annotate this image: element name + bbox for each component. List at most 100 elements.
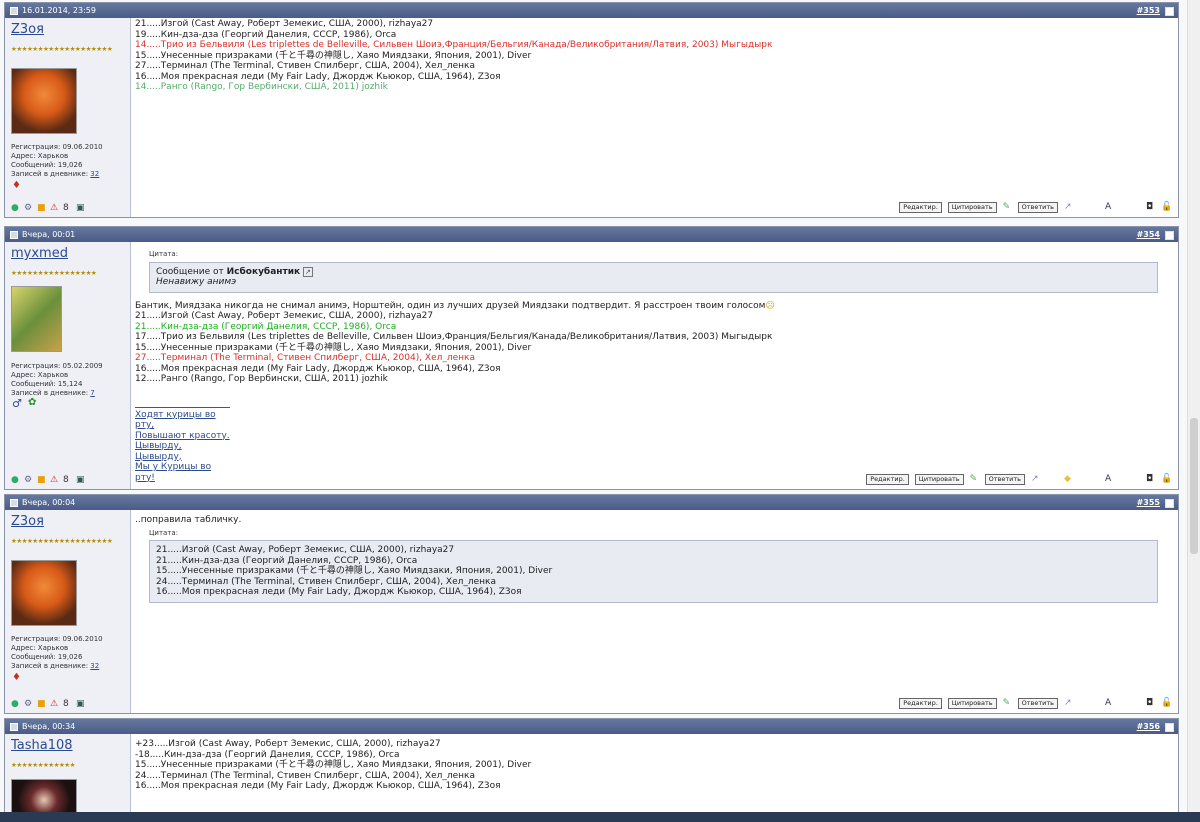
username-link[interactable]: Tasha108	[11, 738, 73, 753]
select-post-checkbox[interactable]	[1165, 231, 1174, 240]
font-size-icon[interactable]: A	[1105, 699, 1114, 708]
report-icon[interactable]: ⚠	[50, 700, 59, 709]
quote-label: Цитата:	[149, 250, 179, 258]
post-number-link[interactable]: #354	[1137, 227, 1160, 242]
smiley-icon: ☹	[765, 300, 775, 311]
quick-reply-icon[interactable]: ↗	[1064, 203, 1073, 212]
post-number-link[interactable]: #355	[1137, 495, 1160, 510]
scrollbar-thumb[interactable]	[1190, 418, 1198, 554]
print-icon[interactable]: ▣	[76, 700, 85, 709]
avatar[interactable]	[11, 560, 77, 626]
bookmark-icon[interactable]: ◘	[1146, 699, 1155, 708]
multiquote-icon[interactable]: ✎	[1003, 203, 1012, 212]
reputation-icon[interactable]: ⚙	[24, 476, 33, 485]
lock-icon[interactable]: 🔓	[1161, 699, 1172, 708]
reputation-icon[interactable]: ⚙	[24, 700, 33, 709]
username-link[interactable]: Z3оя	[11, 22, 44, 37]
signature-line[interactable]: Ходят курицы во рту,	[135, 410, 216, 431]
username-link[interactable]: Z3оя	[11, 514, 44, 529]
quote-line: 15.....Унесенные призраками (千と千尋の神隠し, Х…	[156, 566, 553, 576]
bookmark-icon[interactable]: ◘	[1146, 475, 1155, 484]
reply-button[interactable]: Ответить	[1017, 698, 1058, 709]
award-icon: ♦	[12, 180, 21, 191]
rate-icon[interactable]: ■	[37, 700, 46, 709]
bookmark-icon[interactable]: ◘	[1146, 203, 1155, 212]
post-number-link[interactable]: #356	[1137, 719, 1160, 734]
online-status-icon: ●	[11, 475, 19, 485]
quote-line: 21.....Кин-дза-дза (Георгий Данелия, ССС…	[156, 555, 418, 566]
post-353: 16.01.2014, 23:59 #353 Z3оя ★★★★★★★★★★★★…	[4, 2, 1179, 218]
avatar[interactable]	[11, 68, 77, 134]
reputation-icon[interactable]: ⚙	[24, 204, 33, 213]
forum-thread: 16.01.2014, 23:59 #353 Z3оя ★★★★★★★★★★★★…	[0, 0, 1185, 822]
post-content: ..поправила табличку. Цитата: 21.....Изг…	[135, 515, 1170, 603]
page-scrollbar[interactable]	[1187, 0, 1200, 822]
font-size-icon[interactable]: A	[1105, 203, 1114, 212]
list-line: 16.....Моя прекрасная леди (My Fair Lady…	[135, 71, 501, 82]
reply-button[interactable]: Ответить	[1017, 202, 1058, 213]
quick-reply-icon[interactable]: ↗	[1064, 699, 1073, 708]
print-icon[interactable]: ▣	[76, 476, 85, 485]
list-line: 15.....Унесенные призраками (千と千尋の神隠し, Х…	[135, 50, 532, 61]
user-info: Регистрация: 05.02.2009 Адрес: Харьков С…	[11, 362, 103, 397]
signature: Ходят курицы во рту, Повышают красоту. Ц…	[135, 406, 230, 484]
font-size-icon[interactable]: A	[1105, 475, 1114, 484]
edit-button[interactable]: Редактир.	[899, 202, 942, 213]
list-line: 19.....Кин-дза-дза (Георгий Данелия, ССС…	[135, 29, 397, 40]
signature-line[interactable]: Мы у Курицы во рту!	[135, 462, 211, 483]
post-intro: Бантик, Миядзака никогда не снимал анимэ…	[135, 300, 775, 311]
quote-button[interactable]: Цитировать	[914, 474, 964, 485]
male-gender-icon: ♂	[12, 397, 22, 410]
avatar[interactable]	[11, 286, 62, 352]
edit-button[interactable]: Редактир.	[899, 698, 942, 709]
reply-button[interactable]: Ответить	[984, 474, 1025, 485]
edit-button[interactable]: Редактир.	[866, 474, 909, 485]
list-line: 12.....Ранго (Rango, Гор Вербински, США,…	[135, 374, 388, 384]
list-line: 21.....Изгой (Cast Away, Роберт Земекис,…	[135, 311, 434, 321]
list-line: 24.....Терминал (The Terminal, Стивен Сп…	[135, 770, 476, 781]
ip-icon[interactable]: 8	[63, 204, 72, 213]
multiquote-icon[interactable]: ✎	[1003, 699, 1012, 708]
post-356: Вчера, 00:34 #356 Tasha108 ★★★★★★★★★★★★ …	[4, 718, 1179, 821]
print-icon[interactable]: ▣	[76, 204, 85, 213]
diary-link[interactable]: 7	[90, 389, 94, 397]
select-post-checkbox[interactable]	[1165, 7, 1174, 16]
username-link[interactable]: myxmed	[11, 246, 68, 261]
ip-icon[interactable]: 8	[63, 700, 72, 709]
post-intro: ..поправила табличку.	[135, 515, 242, 525]
lock-icon[interactable]: 🔓	[1161, 203, 1172, 212]
quote-line: 21.....Изгой (Cast Away, Роберт Земекис,…	[156, 545, 455, 555]
list-line: 17.....Трио из Бельвиля (Les triplettes …	[135, 332, 773, 342]
quote-button[interactable]: Цитировать	[947, 698, 997, 709]
quote-button[interactable]: Цитировать	[947, 202, 997, 213]
rate-icon[interactable]: ■	[37, 476, 46, 485]
rate-icon[interactable]: ■	[37, 204, 46, 213]
list-line: 14.....Ранго (Rango, Гор Вербински, США,…	[135, 82, 388, 92]
diary-link[interactable]: 32	[90, 662, 99, 670]
list-line: +23.....Изгой (Cast Away, Роберт Земекис…	[135, 739, 441, 749]
signature-line[interactable]: Цывырду, Цывырду,	[135, 441, 182, 462]
user-panel: Z3оя ★★★★★★★★★★★★★★★★★★★ Регистрация: 09…	[5, 510, 131, 713]
post-number-link[interactable]: #353	[1137, 3, 1160, 18]
quick-reply-icon[interactable]: ↗	[1031, 475, 1040, 484]
post-header: 16.01.2014, 23:59 #353	[5, 3, 1178, 18]
select-post-checkbox[interactable]	[1165, 723, 1174, 732]
online-status-icon: ●	[11, 203, 19, 213]
lock-icon[interactable]: 🔓	[1161, 475, 1172, 484]
list-line: 15.....Унесенные призраками (千と千尋の神隠し, Х…	[135, 760, 532, 770]
view-post-icon[interactable]: ↗	[303, 266, 313, 277]
user-info: Регистрация: 09.06.2010 Адрес: Харьков С…	[11, 143, 103, 178]
select-post-checkbox[interactable]	[1165, 499, 1174, 508]
list-line: -18.....Кин-дза-дза (Георгий Данелия, СС…	[135, 749, 400, 760]
report-icon[interactable]: ⚠	[50, 476, 59, 485]
ip-icon[interactable]: 8	[63, 476, 72, 485]
report-icon[interactable]: ⚠	[50, 204, 59, 213]
post-content: +23.....Изгой (Cast Away, Роберт Земекис…	[135, 739, 1170, 792]
diary-link[interactable]: 32	[90, 170, 99, 178]
multiquote-icon[interactable]: ✎	[970, 475, 979, 484]
user-icons: ● ⚙ ■ ⚠ 8 ▣	[11, 476, 85, 485]
signature-line[interactable]: Повышают красоту.	[135, 431, 230, 441]
quote-box: 21.....Изгой (Cast Away, Роберт Земекис,…	[149, 540, 1158, 603]
taskbar	[0, 812, 1200, 822]
thanks-icon[interactable]: ◆	[1064, 475, 1073, 484]
